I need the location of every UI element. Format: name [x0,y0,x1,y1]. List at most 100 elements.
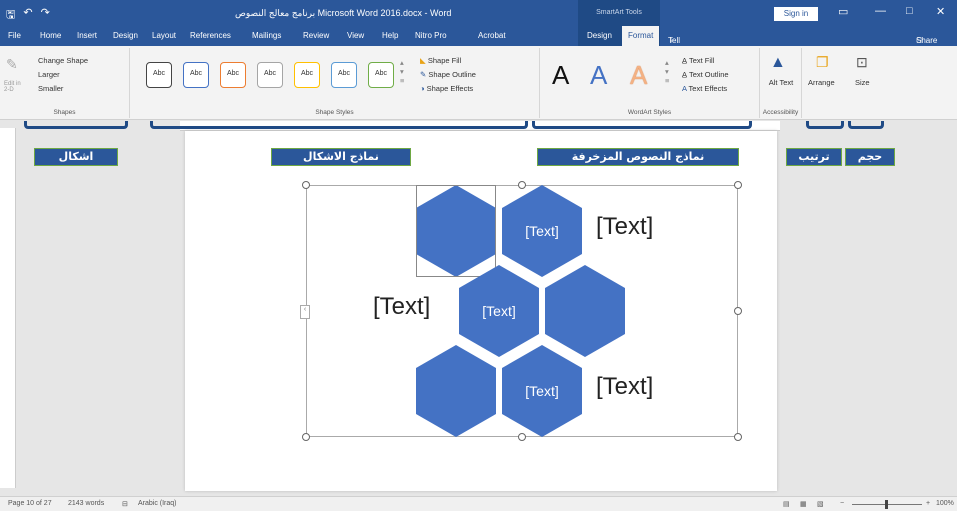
callout-shape-styles: نماذج الاشكال [271,148,411,166]
style-swatch-6[interactable]: Abc [331,62,357,88]
tab-design[interactable]: Design [113,31,138,40]
alt-text-icon: ▲ [770,54,786,71]
status-bar: Page 10 of 27 2143 words ⊟ Arabic (Iraq)… [0,496,957,511]
shape-effects-button[interactable]: ◑ Shape Effects [420,84,473,93]
text-pane-toggle[interactable]: ‹ [300,305,310,319]
minimize-icon[interactable]: — [875,5,886,17]
tab-nitro-pro[interactable]: Nitro Pro [415,31,447,40]
smartart-tools-label: SmartArt Tools [578,0,660,26]
ribbon-tabs: File Home Insert Design Layout Reference… [0,26,957,99]
style-swatch-5[interactable]: Abc [294,62,320,88]
hexagon-text[interactable]: [Text] [525,223,558,239]
style-swatch-4[interactable]: Abc [257,62,283,88]
tab-view[interactable]: View [347,31,364,40]
style-swatch-3[interactable]: Abc [220,62,246,88]
change-shape-button[interactable]: Change Shape [38,56,88,65]
vertical-ruler[interactable] [0,128,16,488]
style-swatch-1[interactable]: Abc [146,62,172,88]
label-text[interactable]: [Text] [373,293,430,321]
wordart-group-label: WordArt Styles [627,109,672,116]
close-icon[interactable]: ✕ [936,5,945,18]
text-outline-button[interactable]: A̲ Text Outline [682,70,729,79]
zoom-in-icon[interactable]: + [926,500,930,507]
edit-shape-icon: ✎ [6,56,18,72]
callout-size: حجم [845,148,895,166]
tab-references[interactable]: References [190,31,231,40]
tab-home[interactable]: Home [40,31,61,40]
print-layout-icon[interactable]: ▦ [800,500,807,508]
redo-icon[interactable]: ↷ [41,6,50,25]
label-text[interactable]: [Text] [596,213,653,241]
edit-in-2d-button[interactable]: Edit in 2-D [4,81,26,93]
arrange-brace [806,121,844,129]
style-swatch-7[interactable]: Abc [368,62,394,88]
shape-styles-group: Abc Abc Abc Abc Abc Abc Abc ▴ ▾ ≡ ◣ Shape … [130,48,540,118]
tab-layout[interactable]: Layout [152,31,176,40]
wordart-brace [532,121,752,129]
wordart-style-3[interactable]: A [630,60,647,91]
arrange-button[interactable]: Arrange [808,78,835,87]
style-swatch-2[interactable]: Abc [183,62,209,88]
read-mode-icon[interactable]: ▤ [783,500,790,508]
page-count[interactable]: Page 10 of 27 [8,500,52,507]
label-text[interactable]: [Text] [596,373,653,401]
resize-handle[interactable] [302,181,310,189]
ribbon-display-icon[interactable]: ▭ [838,5,848,18]
language-indicator[interactable]: Arabic (Iraq) [138,500,177,507]
tab-acrobat[interactable]: Acrobat [478,31,506,40]
tab-insert[interactable]: Insert [77,31,97,40]
shape-outline-button[interactable]: ✎ Shape Outline [420,70,476,79]
size-button[interactable]: Size [855,78,870,87]
selected-shape-box [416,185,496,277]
resize-handle[interactable] [302,433,310,441]
hexagon-text[interactable]: [Text] [525,383,558,399]
title-bar: 🖫 ↶ ↷ برنامج معالج النصوص Microsoft Word… [0,0,957,26]
document-page[interactable]: ‹ [Text] [Text] [Text] [Text] [Text] [Te… [185,131,777,491]
shape-outline-label: Shape Outline [428,70,476,79]
sign-in-button[interactable]: Sign in [774,7,818,21]
maximize-icon[interactable]: □ [906,5,913,17]
tab-format[interactable]: Format [622,26,660,46]
resize-handle[interactable] [518,433,526,441]
wordart-gallery-scroll-icon[interactable]: ▴ ▾ ≡ [665,58,669,85]
text-fill-icon: A̲ [682,56,689,65]
tab-file[interactable]: File [8,31,21,40]
save-icon[interactable]: 🖫 [6,6,15,25]
text-outline-icon: A̲ [682,70,689,79]
zoom-slider-thumb[interactable] [885,500,888,509]
smaller-button[interactable]: Smaller [38,84,63,93]
shape-styles-brace [150,121,528,129]
text-outline-label: Text Outline [688,70,729,79]
quick-access-toolbar: 🖫 ↶ ↷ [6,6,50,25]
tab-help[interactable]: Help [382,31,398,40]
undo-icon[interactable]: ↶ [23,6,32,25]
tab-review[interactable]: Review [303,31,329,40]
tab-mailings[interactable]: Mailings [252,31,281,40]
proofing-icon[interactable]: ⊟ [122,500,128,508]
zoom-level[interactable]: 100% [936,500,954,507]
shape-effects-label: Shape Effects [426,84,474,93]
wordart-group: A A A ▴ ▾ ≡ A̲ Text Fill A̲ Text Outline A… [540,48,760,118]
hexagon-text[interactable]: [Text] [482,303,515,319]
wordart-style-1[interactable]: A [552,60,569,91]
alt-text-button[interactable]: Alt Text [768,78,794,87]
resize-handle[interactable] [734,307,742,315]
callout-arrange: ترتيب [786,148,842,166]
text-effects-button[interactable]: A Text Effects [682,84,727,93]
text-fill-button[interactable]: A̲ Text Fill [682,56,714,65]
resize-handle[interactable] [734,181,742,189]
shape-fill-button[interactable]: ◣ Shape Fill [420,56,461,65]
callout-wordart: نماذج النصوص المزخرفة [537,148,739,166]
effects-icon: ◑ [420,84,427,93]
wordart-style-2[interactable]: A [590,60,607,91]
web-layout-icon[interactable]: ▧ [817,500,824,508]
resize-handle[interactable] [734,433,742,441]
resize-handle[interactable] [518,181,526,189]
text-fill-label: Text Fill [688,56,715,65]
gallery-scroll-icon[interactable]: ▴ ▾ ≡ [400,58,404,85]
tab-smartart-design[interactable]: Design [587,31,612,40]
word-count[interactable]: 2143 words [68,500,104,507]
share-label: Share [916,36,938,45]
zoom-out-icon[interactable]: − [840,500,844,507]
larger-button[interactable]: Larger [38,70,60,79]
